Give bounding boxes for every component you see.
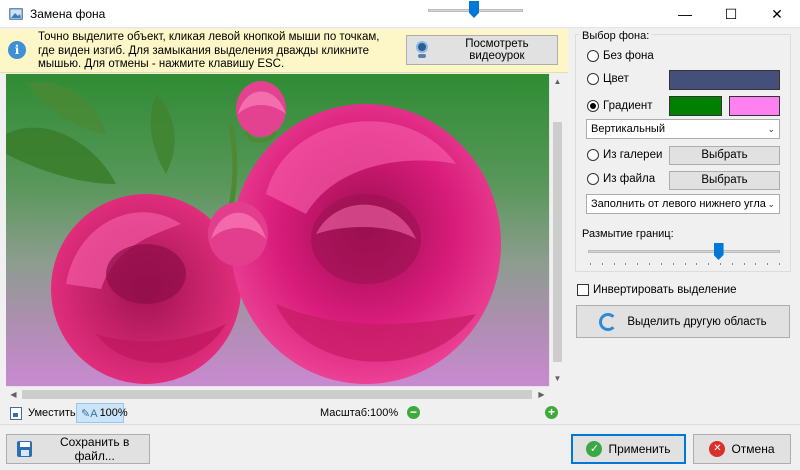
edge-blur-slider-track[interactable] xyxy=(588,250,780,253)
apply-button[interactable]: ✓ Применить xyxy=(571,434,686,464)
footer-divider xyxy=(0,424,800,425)
check-icon: ✓ xyxy=(586,441,603,457)
radio-from-gallery[interactable]: Из галереи xyxy=(587,149,662,161)
radio-dot xyxy=(587,173,599,185)
radio-from-file[interactable]: Из файла xyxy=(587,173,655,185)
actual-size-button[interactable]: ✎A 100% xyxy=(76,403,128,423)
cancel-button[interactable]: ✕ Отмена xyxy=(693,434,791,464)
webcam-icon xyxy=(415,41,429,59)
gradient-color-2-swatch[interactable] xyxy=(729,96,780,116)
gradient-direction-select[interactable]: Вертикальный ⌄ xyxy=(586,119,780,139)
scrollbar-corner xyxy=(549,386,564,401)
title-bar: Замена фона — ☐ ✕ xyxy=(0,0,800,28)
invert-selection-checkbox[interactable]: Инвертировать выделение xyxy=(577,284,737,296)
close-circle-icon: ✕ xyxy=(709,441,726,457)
scroll-down-icon[interactable]: ▼ xyxy=(550,371,565,386)
horizontal-scroll-thumb[interactable] xyxy=(22,390,532,399)
window-title: Замена фона xyxy=(30,7,106,21)
radio-from-gallery-label: Из галереи xyxy=(603,149,663,161)
horizontal-scrollbar[interactable]: ◀ ▶ xyxy=(6,386,549,401)
info-text: Точно выделите объект, кликая левой кноп… xyxy=(38,31,380,70)
maximize-button[interactable]: ☐ xyxy=(708,0,754,28)
info-banner: i Точно выделите объект, кликая левой кн… xyxy=(0,29,568,73)
save-to-file-label: Сохранить в файл... xyxy=(60,435,130,463)
gradient-direction-value: Вертикальный xyxy=(591,123,665,135)
floppy-icon xyxy=(17,441,33,457)
cancel-label: Отмена xyxy=(731,442,775,456)
zoom-out-icon[interactable]: − xyxy=(407,406,420,419)
minimize-button[interactable]: — xyxy=(662,0,708,28)
chevron-down-icon: ⌄ xyxy=(767,199,775,209)
gallery-choose-button[interactable]: Выбрать xyxy=(669,146,780,165)
info-icon: i xyxy=(8,41,26,59)
vertical-scrollbar[interactable]: ▲ ▼ xyxy=(549,74,564,386)
app-icon xyxy=(9,8,23,20)
fill-mode-value: Заполнить от левого нижнего угла xyxy=(591,198,766,210)
save-to-file-button[interactable]: Сохранить в файл... xyxy=(6,434,150,464)
gradient-color-1-swatch[interactable] xyxy=(669,96,722,116)
watch-video-button[interactable]: Посмотреть видеоурок xyxy=(406,35,558,65)
vertical-scroll-thumb[interactable] xyxy=(553,122,562,362)
select-other-area-button[interactable]: Выделить другую область xyxy=(576,305,790,338)
fill-mode-select[interactable]: Заполнить от левого нижнего угла ⌄ xyxy=(586,194,780,214)
apply-label: Применить xyxy=(608,442,671,456)
radio-dot xyxy=(587,73,599,85)
radio-color-label: Цвет xyxy=(603,73,629,85)
image-canvas[interactable] xyxy=(6,74,549,386)
radio-gradient[interactable]: Градиент xyxy=(587,100,653,112)
scroll-up-icon[interactable]: ▲ xyxy=(550,74,565,89)
watch-video-label: Посмотреть видеоурок xyxy=(465,38,529,62)
color-swatch[interactable] xyxy=(669,70,780,90)
fit-label: Уместить xyxy=(28,407,76,419)
rose-photo xyxy=(6,81,501,384)
radio-gradient-label: Градиент xyxy=(603,100,653,112)
edge-blur-ticks xyxy=(590,263,780,266)
radio-from-file-label: Из файла xyxy=(603,173,656,185)
close-button[interactable]: ✕ xyxy=(754,0,800,28)
checkbox-box xyxy=(577,284,589,296)
radio-no-background[interactable]: Без фона xyxy=(587,50,654,62)
radio-dot xyxy=(587,50,599,62)
invert-selection-label: Инвертировать выделение xyxy=(593,284,737,296)
file-choose-button[interactable]: Выбрать xyxy=(669,171,780,190)
fit-icon xyxy=(10,406,22,420)
select-other-area-label: Выделить другую область xyxy=(627,315,767,328)
chevron-down-icon: ⌄ xyxy=(767,124,775,134)
background-choice-title: Выбор фона: xyxy=(579,30,653,42)
radio-dot-selected xyxy=(587,100,599,112)
edge-blur-label: Размытие границ: xyxy=(582,228,674,240)
zoom-toolbar: Уместить ✎A 100% Масштаб: 100% − + xyxy=(6,403,566,423)
scroll-right-icon[interactable]: ▶ xyxy=(534,387,549,402)
fit-button[interactable]: Уместить xyxy=(10,404,76,422)
scale-label: Масштаб: xyxy=(320,407,371,419)
radio-dot xyxy=(587,149,599,161)
actual-size-label: 100% xyxy=(99,407,128,419)
radio-color[interactable]: Цвет xyxy=(587,73,629,85)
radio-no-background-label: Без фона xyxy=(603,50,654,62)
refresh-icon xyxy=(599,312,618,331)
scale-value: 100% xyxy=(370,407,399,419)
scroll-left-icon[interactable]: ◀ xyxy=(6,387,21,402)
pen-icon: ✎A xyxy=(81,407,98,420)
zoom-in-icon[interactable]: + xyxy=(545,406,558,419)
